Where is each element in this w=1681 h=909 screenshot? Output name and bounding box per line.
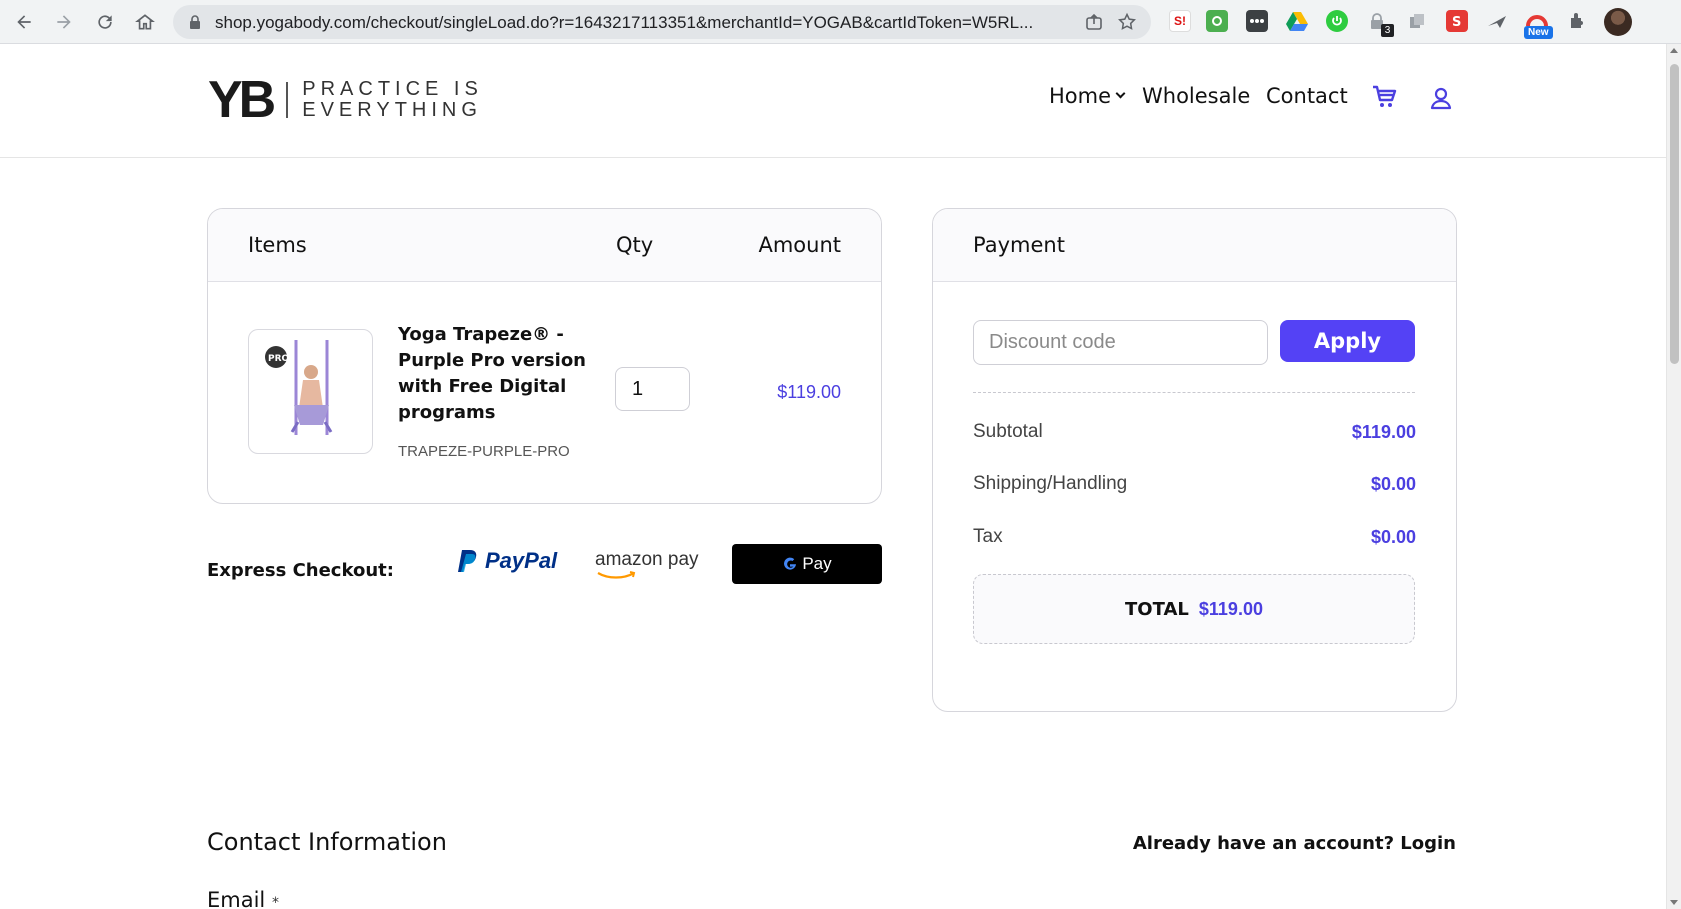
logo-tagline-line-1: PRACTICE IS [302, 78, 483, 100]
payment-header: Payment [933, 209, 1456, 282]
logo-tagline: PRACTICE IS EVERYTHING [302, 79, 483, 121]
extension-badge-count: 3 [1381, 24, 1394, 37]
extensions-puzzle-icon[interactable] [1566, 10, 1588, 32]
forward-icon[interactable] [49, 7, 79, 37]
paypal-button[interactable]: PayPal [457, 548, 557, 574]
address-bar[interactable]: shop.yogabody.com/checkout/singleLoad.do… [173, 5, 1151, 39]
google-pay-label: Pay [802, 554, 832, 573]
nav-contact-label: Contact [1266, 84, 1348, 108]
extension-copy-icon[interactable] [1406, 10, 1428, 32]
email-label-text: Email [207, 888, 266, 909]
nav-wholesale-label: Wholesale [1142, 84, 1251, 108]
extension-s-icon[interactable]: S! [1169, 10, 1191, 32]
payment-card: Payment Apply Subtotal $119.00 Shipping/… [932, 208, 1457, 712]
nav-home[interactable]: Home [1049, 84, 1126, 108]
total-label: TOTAL [1125, 598, 1189, 620]
product-sku: TRAPEZE-PURPLE-PRO [398, 443, 570, 460]
amazon-pay-button[interactable]: amazon pay [595, 549, 699, 579]
payment-title: Payment [973, 233, 1065, 257]
column-header-amount: Amount [758, 233, 841, 257]
login-link[interactable]: Already have an account? Login [1133, 833, 1456, 854]
profile-avatar[interactable] [1604, 8, 1632, 36]
account-user-icon[interactable] [1429, 86, 1453, 110]
paypal-logo-icon [458, 550, 477, 572]
shipping-label: Shipping/Handling [973, 473, 1128, 494]
cart-icon[interactable] [1371, 84, 1397, 110]
contact-information-title: Contact Information [207, 828, 447, 856]
required-asterisk: * [271, 895, 279, 909]
extension-power-icon[interactable] [1326, 10, 1348, 32]
nav-home-label: Home [1049, 84, 1112, 108]
home-icon[interactable] [130, 7, 160, 37]
subtotal-value: $119.00 [1351, 422, 1416, 442]
column-header-items: Items [248, 233, 307, 257]
svg-text:S: S [1452, 15, 1461, 28]
amazon-pay-wordmark: amazon pay [595, 549, 699, 570]
subtotal-label: Subtotal [973, 421, 1043, 442]
browser-toolbar: shop.yogabody.com/checkout/singleLoad.do… [0, 0, 1681, 44]
google-pay-button[interactable]: Pay [732, 544, 882, 584]
paypal-wordmark: PayPal [485, 548, 558, 573]
logo-tagline-line-2: EVERYTHING [302, 99, 482, 121]
google-drive-icon[interactable] [1286, 10, 1308, 32]
extension-new-badge: New [1524, 26, 1553, 39]
extension-capture-icon[interactable] [1206, 10, 1228, 32]
discount-code-input[interactable] [973, 320, 1268, 365]
scroll-up-arrow-icon[interactable] [1670, 48, 1678, 53]
bookmark-star-icon[interactable] [1117, 12, 1137, 32]
product-name[interactable]: Yoga Trapeze® - Purple Pro version with … [398, 322, 588, 426]
chevron-down-icon [1115, 88, 1126, 98]
scroll-down-arrow-icon[interactable] [1670, 900, 1678, 905]
cart-items-header: Items Qty Amount [208, 209, 881, 282]
amazon-smile-icon [597, 571, 636, 579]
product-thumbnail[interactable]: PRO [248, 329, 373, 454]
cart-items-card: Items Qty Amount PRO Yoga Trapeze® - Pur… [207, 208, 882, 504]
back-icon[interactable] [9, 7, 39, 37]
shipping-value: $0.00 [1370, 474, 1416, 494]
extension-plane-icon[interactable] [1486, 10, 1508, 32]
lock-icon [190, 15, 200, 29]
column-header-qty: Qty [616, 233, 654, 257]
site-header: YB PRACTICE IS EVERYTHING Home Wholesale… [0, 44, 1666, 158]
total-value: $119.00 [1198, 598, 1263, 619]
divider [973, 392, 1415, 393]
nav-contact[interactable]: Contact [1266, 84, 1348, 108]
share-icon[interactable] [1085, 13, 1103, 31]
url-text: shop.yogabody.com/checkout/singleLoad.do… [215, 13, 1034, 32]
site-logo[interactable]: YB PRACTICE IS EVERYTHING [208, 74, 483, 126]
nav-wholesale[interactable]: Wholesale [1142, 84, 1250, 108]
line-item-amount: $119.00 [777, 382, 841, 402]
google-g-icon [784, 557, 797, 570]
extension-red-s-icon[interactable]: S [1446, 10, 1468, 32]
logo-divider [286, 82, 289, 118]
pro-badge-text: PRO [268, 354, 290, 364]
total-summary: TOTAL $119.00 [973, 574, 1415, 644]
express-checkout-label: Express Checkout: [207, 560, 394, 581]
tax-value: $0.00 [1370, 527, 1416, 547]
scrollbar-thumb[interactable] [1670, 64, 1679, 364]
tax-label: Tax [973, 526, 1003, 547]
extension-dots-icon[interactable] [1246, 10, 1268, 32]
reload-icon[interactable] [90, 7, 120, 37]
logo-mark: YB [208, 71, 276, 129]
page-scrollbar[interactable] [1666, 44, 1681, 909]
apply-discount-button[interactable]: Apply [1280, 320, 1415, 362]
yoga-trapeze-image-icon: PRO [265, 340, 333, 435]
email-field-label: Email * [207, 888, 279, 909]
quantity-input[interactable] [615, 367, 690, 411]
